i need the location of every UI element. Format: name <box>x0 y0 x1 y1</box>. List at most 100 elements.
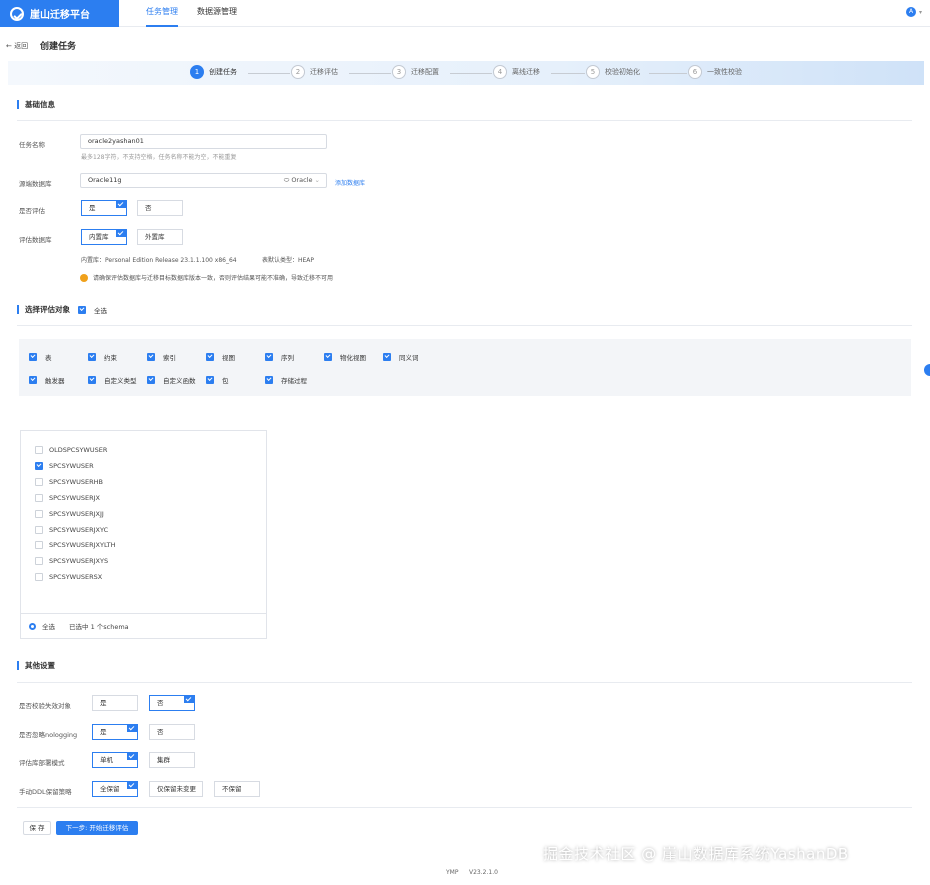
schema-item[interactable]: SPCSYWUSERSX <box>35 573 102 581</box>
eval-db-internal-option[interactable]: 内置库 <box>81 229 127 245</box>
main-nav: 任务管理 数据源管理 <box>146 0 256 27</box>
object-label: 存储过程 <box>281 377 307 385</box>
step-label: 一致性校验 <box>707 68 742 76</box>
object-constraint[interactable]: 约束 <box>88 352 117 362</box>
step-number: 6 <box>688 65 702 79</box>
warning-message: 请确保评估数据库与迁移目标数据库版本一致，否则评估结果可能不准确，导致迁移不可用 <box>80 273 333 282</box>
object-index[interactable]: 索引 <box>147 352 176 362</box>
next-button[interactable]: 下一步: 开始迁移评估 <box>56 821 138 835</box>
schema-name: SPCSYWUSERJX <box>49 494 100 502</box>
step-label: 创建任务 <box>209 68 237 76</box>
select-all-label: 全选 <box>94 307 107 315</box>
schema-item[interactable]: SPCSYWUSERJX <box>35 494 100 502</box>
warning-icon <box>80 273 88 282</box>
setting-option[interactable]: 是 <box>92 695 138 711</box>
schema-name: SPCSYWUSERJXJJ <box>49 510 104 518</box>
step-number: 2 <box>291 65 305 79</box>
step-4: 4 离线迁移 <box>493 65 540 79</box>
object-synonym[interactable]: 同义词 <box>383 352 419 362</box>
nav-task-management[interactable]: 任务管理 <box>146 0 178 27</box>
setting-option[interactable]: 否 <box>149 695 195 711</box>
setting-option[interactable]: 集群 <box>149 752 195 768</box>
add-database-link[interactable]: 添加数据库 <box>335 178 365 187</box>
checkbox-icon <box>147 353 155 361</box>
objects-select-all[interactable]: 全选 <box>78 305 107 315</box>
setting-option[interactable]: 仅保留未变更 <box>149 781 203 797</box>
checkbox-icon <box>206 353 214 361</box>
evaluate-no-option[interactable]: 否 <box>137 200 183 216</box>
checkbox-icon <box>35 541 43 549</box>
checkbox-icon <box>35 510 43 518</box>
checkbox-icon <box>35 557 43 565</box>
task-name-hint: 最多128字符，不支持空格，任务名称不能为空，不能重复 <box>81 154 237 161</box>
step-connector <box>450 73 492 74</box>
top-bar: 崖山迁移平台 任务管理 数据源管理 A ▾ <box>0 0 930 27</box>
schema-item[interactable]: SPCSYWUSER <box>35 462 94 470</box>
object-custom-function[interactable]: 自定义函数 <box>147 375 196 385</box>
object-label: 自定义类型 <box>104 377 137 385</box>
step-connector <box>349 73 391 74</box>
schema-item[interactable]: SPCSYWUSERJXYS <box>35 557 108 565</box>
object-trigger[interactable]: 触发器 <box>29 375 65 385</box>
schema-select-all[interactable]: 全选 <box>42 621 55 631</box>
schema-selected-count: 已选中 1 个schema <box>69 623 129 631</box>
evaluate-yes-option[interactable]: 是 <box>81 200 127 216</box>
schema-item[interactable]: SPCSYWUSERJXYC <box>35 526 108 534</box>
object-custom-type[interactable]: 自定义类型 <box>88 375 137 385</box>
schema-name: SPCSYWUSERJXYLTH <box>49 541 116 549</box>
schema-item[interactable]: SPCSYWUSERHB <box>35 478 103 486</box>
step-connector <box>248 73 290 74</box>
task-name-input[interactable]: oracle2yashan01 <box>80 134 327 149</box>
setting-option[interactable]: 否 <box>149 724 195 740</box>
source-db-value: Oracle11g <box>88 176 122 184</box>
object-label: 序列 <box>281 354 294 362</box>
checkbox-icon <box>265 353 273 361</box>
step-label: 离线迁移 <box>512 68 540 76</box>
checkbox-icon <box>35 573 43 581</box>
object-sequence[interactable]: 序列 <box>265 352 294 362</box>
db-type-label: Oracle <box>291 176 313 184</box>
step-number: 3 <box>392 65 406 79</box>
schema-item[interactable]: SPCSYWUSERJXJJ <box>35 510 104 518</box>
eval-db-external-option[interactable]: 外置库 <box>137 229 183 245</box>
setting-option[interactable]: 不保留 <box>214 781 260 797</box>
chevron-down-icon: ⌄ <box>314 176 320 184</box>
setting-option[interactable]: 单机 <box>92 752 138 768</box>
cloud-logo-icon <box>10 6 24 21</box>
source-db-select[interactable]: Oracle11g ⬭ Oracle ⌄ <box>80 173 327 188</box>
setting-option[interactable]: 是 <box>92 724 138 740</box>
page-header: ← 返回 创建任务 <box>0 36 930 56</box>
user-avatar[interactable]: A <box>906 7 916 17</box>
schema-name: SPCSYWUSERHB <box>49 478 103 486</box>
schema-item[interactable]: SPCSYWUSERJXYLTH <box>35 541 116 549</box>
setting-label: 手动DDL保留策略 <box>19 788 72 796</box>
checkbox-icon <box>35 462 43 470</box>
divider <box>17 120 912 121</box>
schema-item[interactable]: OLDSPCSYWUSER <box>35 446 107 454</box>
object-materialized-view[interactable]: 物化视图 <box>324 352 366 362</box>
warning-text: 请确保评估数据库与迁移目标数据库版本一致，否则评估结果可能不准确，导致迁移不可用 <box>93 275 334 282</box>
chevron-down-icon[interactable]: ▾ <box>919 9 922 16</box>
step-number: 1 <box>190 65 204 79</box>
object-package[interactable]: 包 <box>206 375 229 385</box>
back-link[interactable]: ← 返回 <box>6 41 28 51</box>
setting-label: 评估库部署模式 <box>19 759 65 767</box>
footer-version: V23.2.1.0 <box>469 869 498 876</box>
app-logo[interactable]: 崖山迁移平台 <box>0 0 119 27</box>
nav-datasource-management[interactable]: 数据源管理 <box>197 0 237 27</box>
footer-product: YMP <box>446 869 459 876</box>
floating-help-handle[interactable] <box>924 364 930 376</box>
divider <box>17 682 912 683</box>
schema-name: SPCSYWUSERJXYC <box>49 526 109 534</box>
schema-name: SPCSYWUSER <box>49 462 94 470</box>
object-procedure[interactable]: 存储过程 <box>265 375 307 385</box>
step-connector <box>649 73 687 74</box>
setting-option[interactable]: 全保留 <box>92 781 138 797</box>
checkbox-icon <box>29 376 37 384</box>
object-view[interactable]: 视图 <box>206 352 235 362</box>
checkbox-icon <box>35 446 43 454</box>
save-button[interactable]: 保 存 <box>23 821 51 835</box>
object-label: 同义词 <box>399 354 419 362</box>
select-all-radio-icon[interactable] <box>29 622 36 630</box>
object-table[interactable]: 表 <box>29 352 52 362</box>
